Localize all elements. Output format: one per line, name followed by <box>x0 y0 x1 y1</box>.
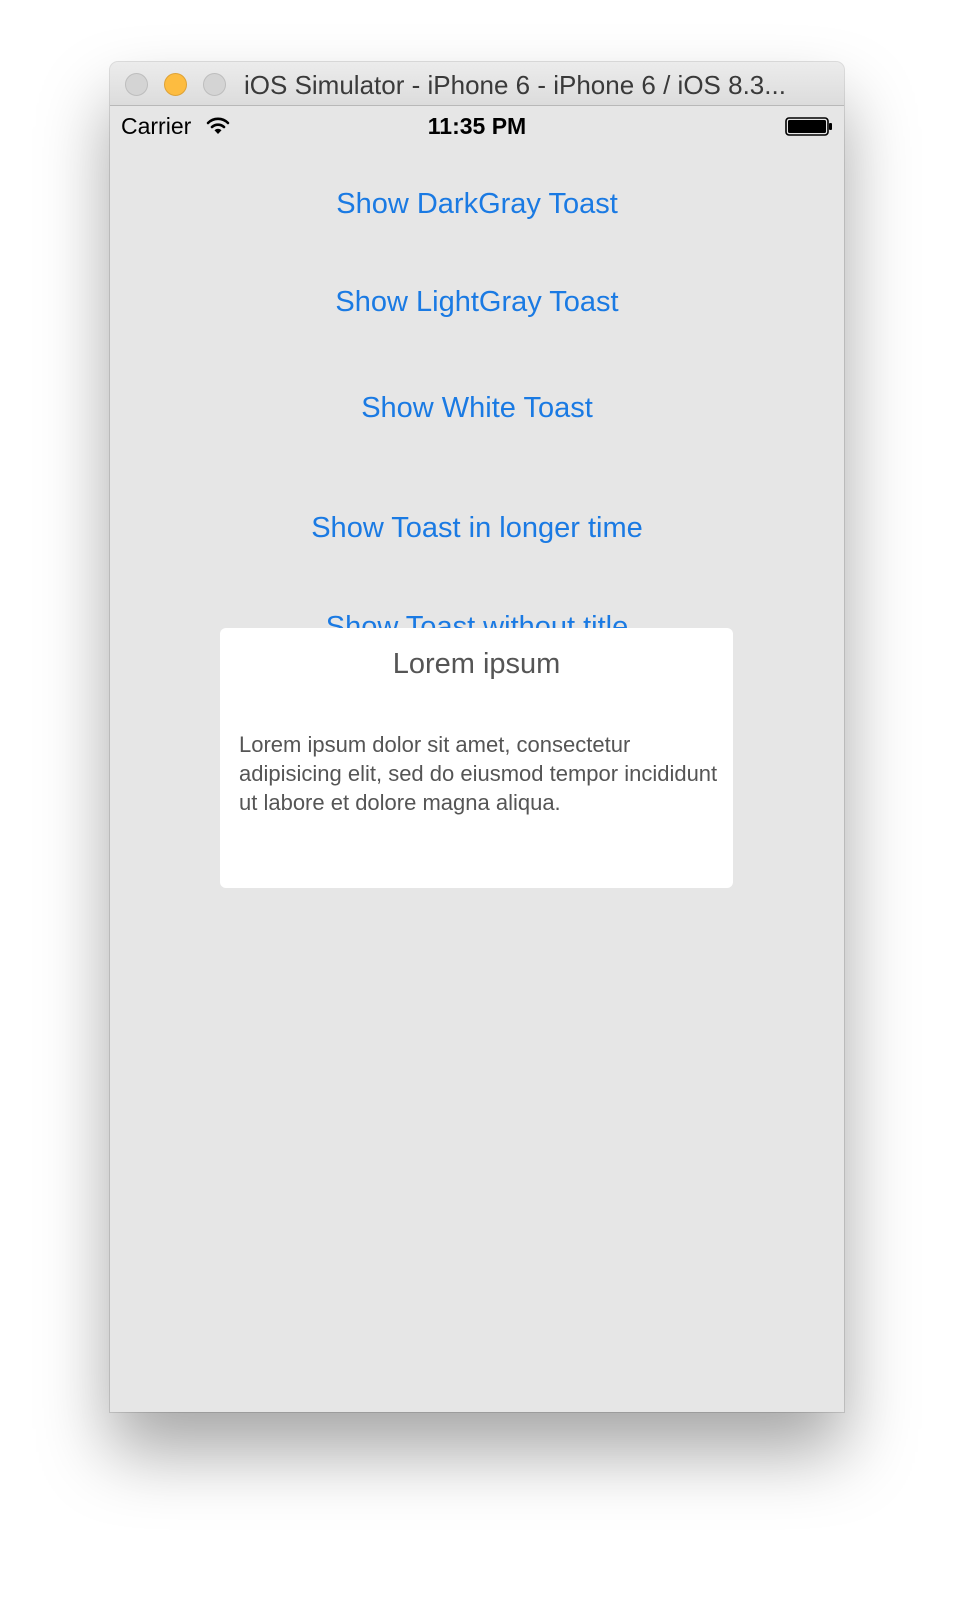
minimize-window-button[interactable] <box>164 73 187 96</box>
show-white-toast-button[interactable]: Show White Toast <box>110 390 844 426</box>
status-bar: Carrier 11:35 PM <box>110 106 844 146</box>
page: iOS Simulator - iPhone 6 - iPhone 6 / iO… <box>0 0 974 1602</box>
toast-title: Lorem ipsum <box>392 648 561 680</box>
status-time: 11:35 PM <box>427 113 527 139</box>
battery-icon <box>785 117 832 136</box>
simulator-window: iOS Simulator - iPhone 6 - iPhone 6 / iO… <box>110 62 844 1412</box>
zoom-window-button[interactable] <box>203 73 226 96</box>
title-bar[interactable]: iOS Simulator - iPhone 6 - iPhone 6 / iO… <box>110 62 844 106</box>
show-lightgray-toast-button[interactable]: Show LightGray Toast <box>110 284 844 320</box>
show-toast-longer-time-button[interactable]: Show Toast in longer time <box>110 510 844 546</box>
show-darkgray-toast-button[interactable]: Show DarkGray Toast <box>110 186 844 222</box>
phone-screen: Carrier 11:35 PM Show DarkGray Toast Sho… <box>110 106 844 1412</box>
toast-popup: Lorem ipsum Lorem ipsum dolor sit amet, … <box>220 628 733 888</box>
window-title: iOS Simulator - iPhone 6 - iPhone 6 / iO… <box>244 70 786 100</box>
toast-message: Lorem ipsum dolor sit amet, consectetur … <box>239 732 718 815</box>
close-window-button[interactable] <box>125 73 148 96</box>
